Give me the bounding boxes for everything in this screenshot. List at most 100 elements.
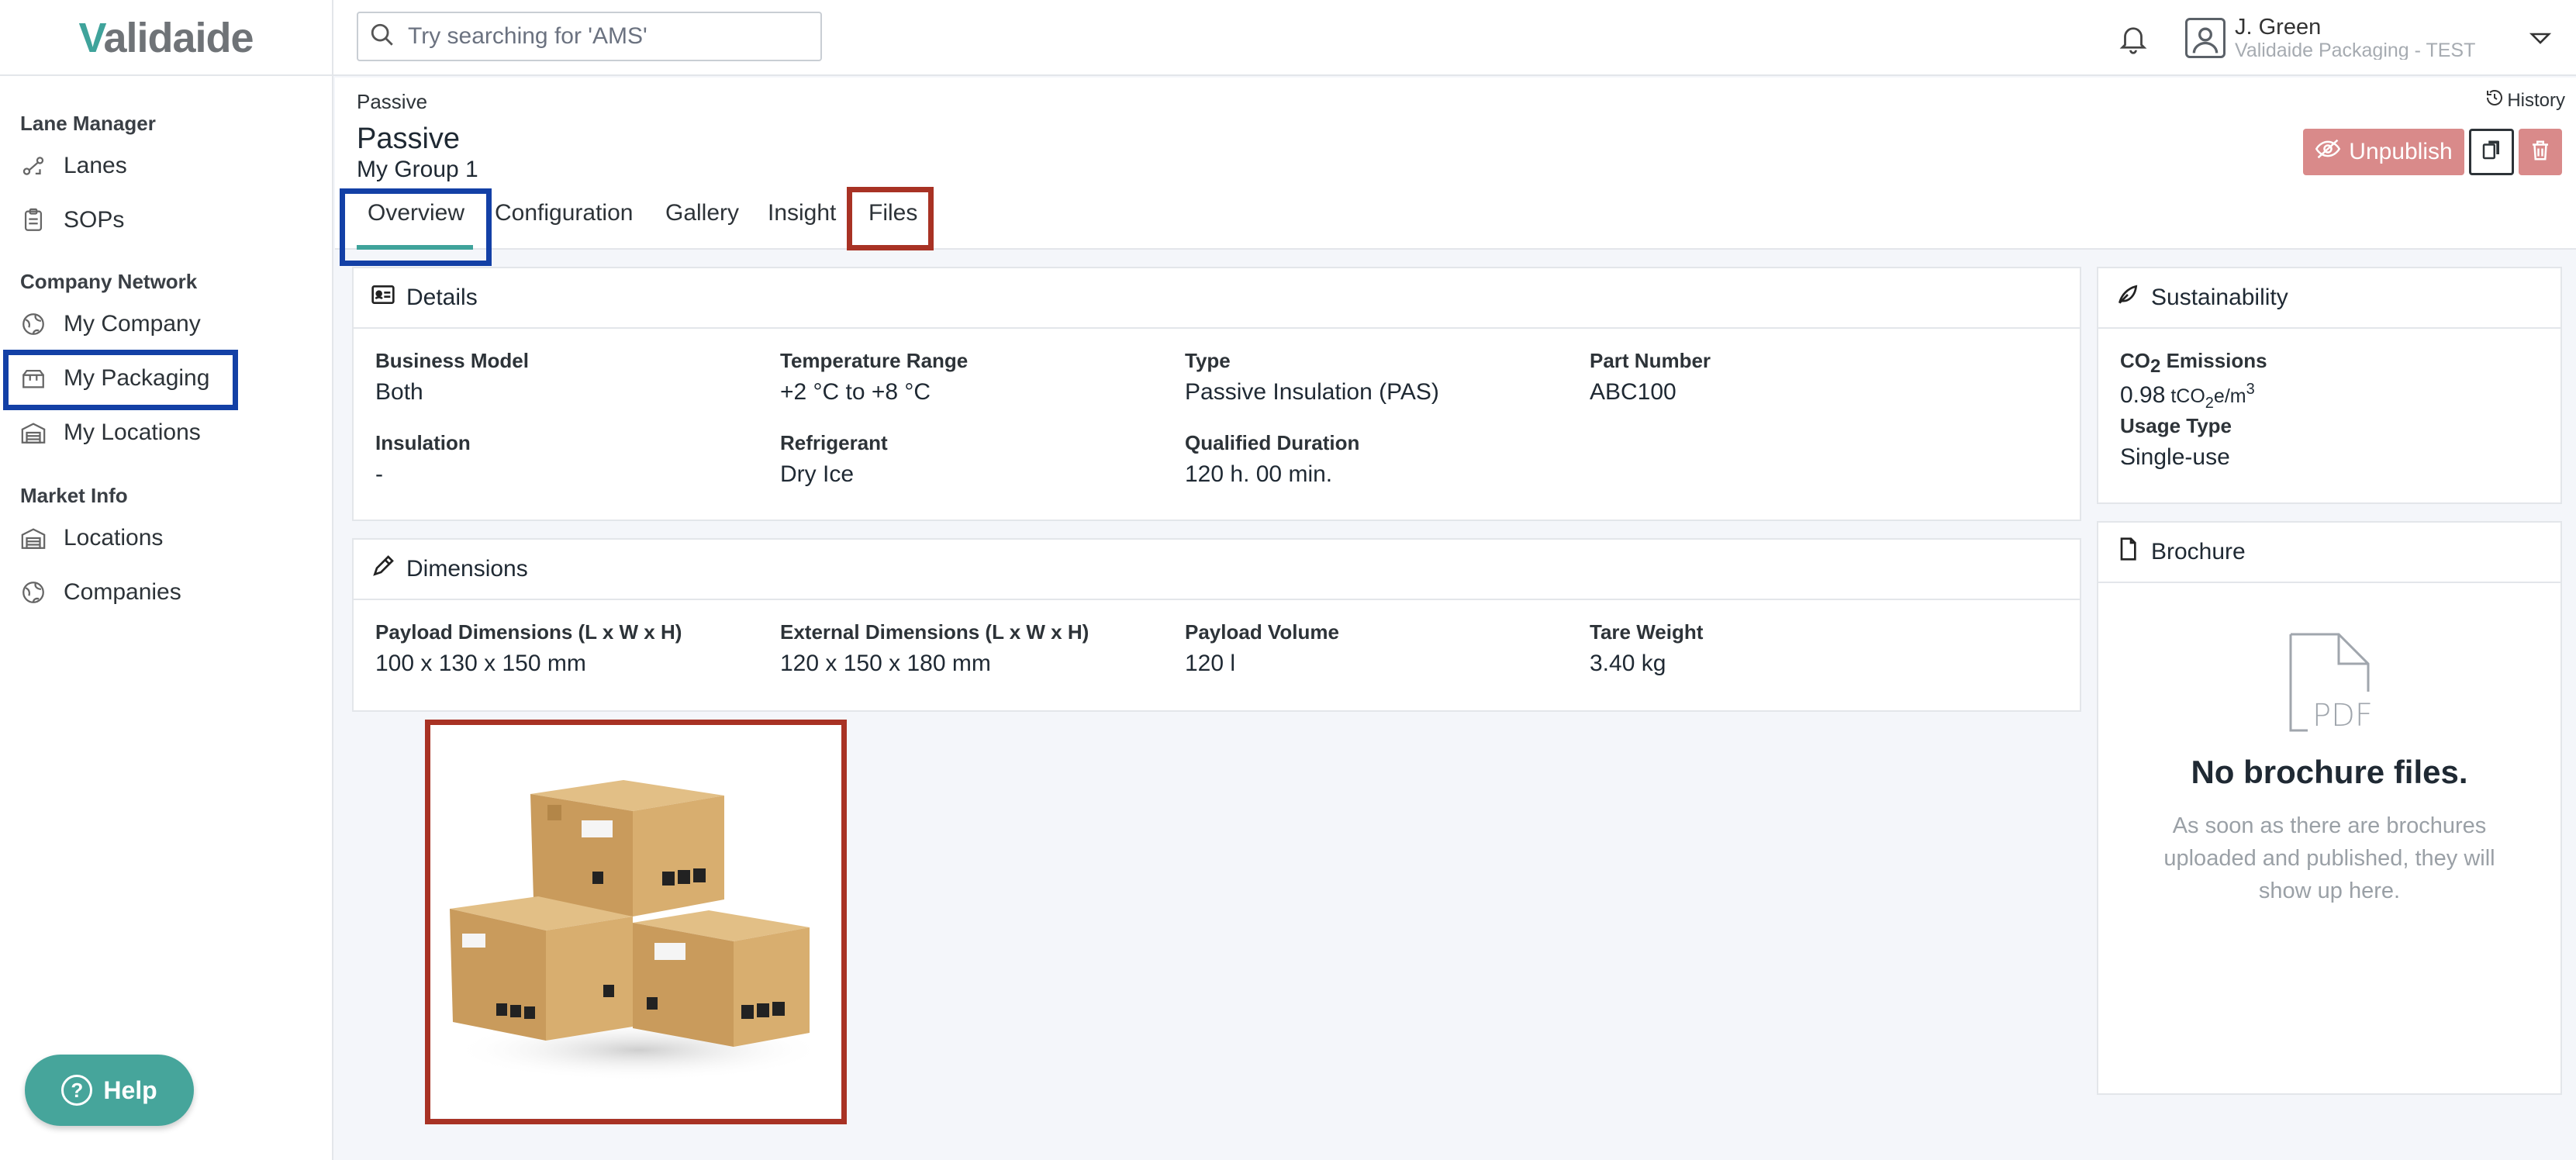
user-organization: Validaide Packaging - TEST — [2235, 41, 2476, 60]
notifications-bell-icon[interactable] — [2117, 22, 2150, 54]
field-value: Single-use — [2120, 444, 2230, 470]
sidebar-item-companies[interactable]: Companies — [20, 571, 181, 614]
sustainability-card-header: Sustainability — [2098, 268, 2560, 329]
annotation-box-my-packaging — [3, 350, 238, 410]
empty-state-title: No brochure files. — [2191, 754, 2468, 790]
app-root: Validaide J. Green Validaide Packaging -… — [0, 0, 2576, 1160]
tab-configuration[interactable]: Configuration — [495, 200, 633, 234]
field-part-number: Part Number ABC100 — [1590, 349, 1711, 406]
pdf-document-icon: PDF — [2284, 631, 2374, 734]
history-icon — [2485, 88, 2507, 112]
field-value: Both — [375, 379, 423, 405]
delete-button[interactable] — [2519, 129, 2562, 175]
field-value: +2 °C to +8 °C — [780, 379, 931, 405]
field-tare-weight: Tare Weight 3.40 kg — [1590, 620, 1703, 677]
unpublish-label: Unpublish — [2349, 139, 2453, 164]
details-card-header: Details — [354, 268, 2080, 329]
page-title: Passive — [357, 123, 461, 155]
sidebar-item-my-locations[interactable]: My Locations — [20, 411, 201, 454]
tab-gallery[interactable]: Gallery — [665, 200, 739, 234]
field-value: - — [375, 461, 383, 487]
eye-off-icon — [2315, 138, 2349, 166]
dimensions-card-header: Dimensions — [354, 540, 2080, 600]
search-input[interactable] — [408, 23, 811, 50]
globe-icon — [20, 311, 47, 337]
help-label: Help — [103, 1075, 157, 1104]
field-external-dimensions: External Dimensions (L x W x H) 120 x 15… — [780, 620, 1089, 677]
pdf-label: PDF — [2312, 698, 2373, 734]
field-payload-dimensions: Payload Dimensions (L x W x H) 100 x 130… — [375, 620, 682, 677]
logo-text: alidaide — [103, 15, 254, 61]
sidebar-item-label: Lanes — [64, 153, 127, 178]
co2-value: 0.98 — [2120, 382, 2166, 409]
field-label: External Dimensions (L x W x H) — [780, 620, 1089, 644]
dimensions-card: Dimensions Payload Dimensions (L x W x H… — [352, 538, 2081, 712]
dimensions-title: Dimensions — [406, 556, 528, 582]
co2-label-suffix: Emissions — [2160, 349, 2267, 372]
search-box[interactable] — [357, 12, 822, 61]
field-insulation: Insulation - — [375, 431, 471, 488]
field-payload-volume: Payload Volume 120 l — [1185, 620, 1339, 677]
sidebar-item-my-company[interactable]: My Company — [20, 302, 201, 346]
field-label: Usage Type — [2120, 414, 2232, 437]
empty-state-text: As soon as there are brochures uploaded … — [2163, 813, 2495, 903]
clipboard-icon — [20, 207, 47, 233]
co2-unit-suffix: e/m — [2213, 385, 2246, 408]
tab-insight[interactable]: Insight — [768, 200, 836, 234]
chevron-down-icon[interactable] — [2529, 31, 2552, 47]
logo-container[interactable]: Validaide — [0, 0, 333, 76]
field-type: Type Passive Insulation (PAS) — [1185, 349, 1439, 406]
trash-icon — [2529, 139, 2552, 166]
details-title: Details — [406, 285, 478, 310]
details-card: Details Business Model Both Temperature … — [352, 267, 2081, 521]
field-value: 100 x 130 x 150 mm — [375, 651, 586, 676]
field-temperature-range: Temperature Range +2 °C to +8 °C — [780, 349, 968, 406]
field-co2-emissions: CO2 Emissions 0.98 tCO2e/m3 — [2120, 349, 2267, 413]
field-usage-type: Usage Type Single-use — [2120, 414, 2232, 471]
sustainability-card: Sustainability CO2 Emissions 0.98 tCO2e/… — [2097, 267, 2562, 504]
breadcrumb[interactable]: Passive — [357, 90, 427, 114]
logo-mark: V — [78, 15, 104, 61]
history-link[interactable]: History — [2485, 88, 2565, 112]
page-subtitle: My Group 1 — [357, 157, 478, 182]
annotation-box-product-image — [425, 720, 847, 1124]
sidebar-item-locations[interactable]: Locations — [20, 516, 163, 560]
sidebar: Lane Manager Lanes SOPs Company Network … — [0, 76, 333, 1160]
ruler-pencil-icon — [371, 554, 406, 585]
co2-label-subscript: 2 — [2150, 356, 2161, 378]
field-qualified-duration: Qualified Duration 120 h. 00 min. — [1185, 431, 1359, 488]
pdf-file-icon — [2115, 537, 2151, 568]
co2-unit: tCO — [2165, 385, 2205, 408]
duplicate-button[interactable] — [2469, 129, 2514, 175]
leaf-icon — [2115, 282, 2151, 313]
field-value: Dry Ice — [780, 461, 855, 487]
sidebar-item-lanes[interactable]: Lanes — [20, 144, 127, 188]
sidebar-item-sops[interactable]: SOPs — [20, 199, 124, 242]
field-value: 120 x 150 x 180 mm — [780, 651, 991, 676]
field-label: Qualified Duration — [1185, 431, 1360, 454]
brochure-card: Brochure PDF No brochure files. As soon … — [2097, 521, 2562, 1095]
field-label: Temperature Range — [780, 349, 969, 372]
field-value: 120 h. 00 min. — [1185, 461, 1333, 487]
field-value: 3.40 kg — [1590, 651, 1666, 676]
field-refrigerant: Refrigerant Dry Ice — [780, 431, 888, 488]
user-menu[interactable]: J. Green Validaide Packaging - TEST — [2185, 14, 2475, 62]
avatar-icon — [2185, 18, 2226, 58]
sidebar-item-label: SOPs — [64, 207, 125, 233]
field-label: Payload Dimensions (L x W x H) — [375, 620, 682, 644]
help-button[interactable]: ? Help — [25, 1055, 194, 1126]
annotation-box-files-tab — [847, 187, 934, 250]
field-value: Passive Insulation (PAS) — [1185, 379, 1439, 405]
sidebar-item-label: My Company — [64, 311, 201, 337]
validaide-logo[interactable]: Validaide — [78, 14, 254, 62]
unpublish-button[interactable]: Unpublish — [2303, 129, 2464, 175]
search-icon — [369, 22, 395, 52]
brochure-card-header: Brochure — [2098, 523, 2560, 583]
field-label: Tare Weight — [1590, 620, 1704, 644]
field-label: Insulation — [375, 431, 471, 454]
field-label: Part Number — [1590, 349, 1711, 372]
page-header: Passive History Passive My Group 1 Unpub… — [335, 78, 2576, 250]
warehouse-icon — [20, 419, 47, 446]
sidebar-item-label: Companies — [64, 579, 181, 605]
section-title-market-info: Market Info — [20, 484, 128, 507]
